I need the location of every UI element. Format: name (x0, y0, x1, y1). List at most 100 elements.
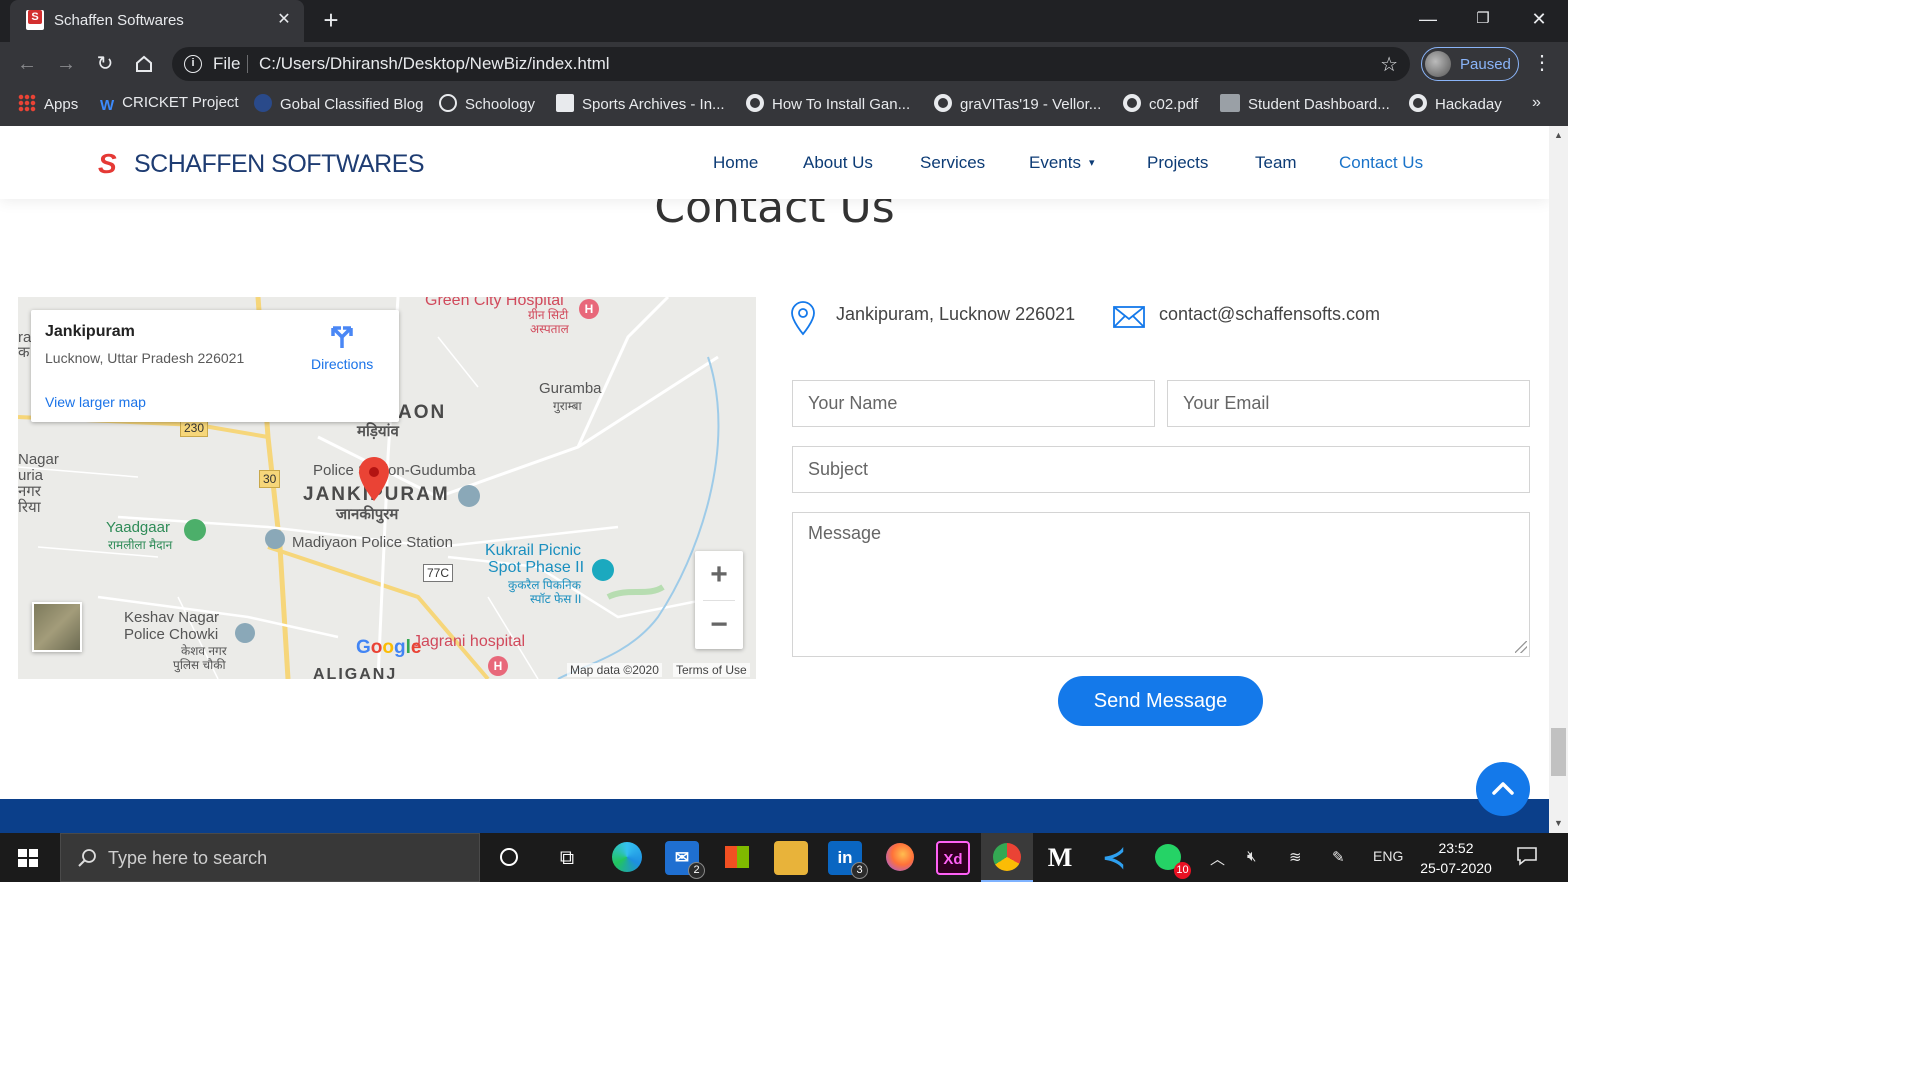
url-separator (247, 55, 248, 73)
search-placeholder: Type here to search (108, 848, 268, 868)
wix-icon: W (100, 97, 115, 114)
edge-icon[interactable] (610, 841, 644, 875)
back-to-top-button[interactable] (1476, 762, 1530, 816)
blog-icon (254, 94, 272, 112)
vscode-icon[interactable]: ≺ (1097, 841, 1131, 875)
language-indicator[interactable]: ENG (1373, 848, 1403, 864)
new-tab-button[interactable]: + (318, 7, 344, 34)
task-view-icon[interactable]: ⧉ (550, 841, 584, 875)
hospital-icon: H (579, 299, 599, 319)
logo-text[interactable]: SCHAFFEN SOFTWARES (134, 150, 425, 179)
bookmark-item[interactable]: W CRICKET Project (100, 94, 239, 116)
bookmark-item[interactable]: c02.pdf (1123, 94, 1198, 116)
bookmark-item[interactable]: Gobal Classified Blog (254, 94, 423, 116)
file-explorer-icon[interactable] (774, 841, 808, 875)
whatsapp-badge: 10 (1174, 862, 1191, 879)
bookmark-star-icon[interactable]: ☆ (1380, 52, 1398, 77)
nav-contact-us[interactable]: Contact Us (1339, 153, 1423, 173)
satellite-toggle[interactable] (32, 602, 82, 652)
directions-icon[interactable] (329, 324, 355, 350)
nav-about-us[interactable]: About Us (803, 153, 873, 173)
message-textarea[interactable] (792, 512, 1530, 657)
bookmarks-overflow-icon[interactable]: » (1532, 94, 1541, 112)
home-button[interactable] (130, 50, 158, 78)
map-label: स्पॉट फेस II (530, 592, 582, 606)
bookmark-item[interactable]: Sports Archives - In... (556, 94, 725, 116)
mail-icon[interactable]: ✉ 2 (665, 841, 705, 879)
firefox-icon[interactable] (883, 841, 917, 875)
windows-start-icon[interactable] (18, 849, 38, 867)
google-map[interactable]: Green City Hospital ग्रीन सिटी अस्पताल H… (18, 297, 756, 679)
linkedin-badge: 3 (851, 862, 868, 879)
directions-link[interactable]: Directions (311, 356, 373, 372)
linkedin-icon[interactable]: in 3 (828, 841, 868, 879)
scrollbar-thumb[interactable] (1551, 728, 1566, 776)
tray-overflow-icon[interactable]: ︿ (1210, 848, 1225, 869)
store-icon[interactable] (720, 841, 754, 875)
zoom-out-button[interactable]: − (695, 601, 743, 650)
taskbar-search[interactable]: Type here to search (60, 833, 480, 882)
site-icon (556, 94, 574, 112)
zoom-in-button[interactable]: + (695, 551, 743, 600)
nav-events[interactable]: Events ▾ (1029, 153, 1095, 173)
minimize-button[interactable]: — (1413, 6, 1443, 32)
scroll-down-icon[interactable]: ▼ (1553, 818, 1564, 828)
bookmark-item[interactable]: Hackaday (1409, 94, 1502, 116)
tab-title: Schaffen Softwares (54, 12, 184, 29)
back-button[interactable]: ← (13, 50, 41, 78)
contact-email[interactable]: contact@schaffensofts.com (1159, 304, 1380, 325)
map-label: Jagrani hospital (413, 633, 526, 650)
map-label: ALIGANJ (313, 666, 398, 680)
apps-grid-icon (18, 94, 36, 112)
bookmark-item[interactable]: Schoology (439, 94, 535, 116)
adobe-xd-icon[interactable]: Xd (936, 841, 970, 875)
logo-icon[interactable]: S (98, 148, 117, 180)
system-clock[interactable]: 23:52 25-07-2020 (1412, 838, 1500, 878)
whatsapp-icon[interactable]: 10 (1151, 841, 1191, 879)
name-input[interactable] (792, 380, 1155, 427)
menu-kebab-icon[interactable]: ⋮ (1532, 50, 1552, 75)
restore-button[interactable]: ❐ (1468, 6, 1498, 32)
view-larger-map-link[interactable]: View larger map (45, 394, 146, 410)
cortana-icon[interactable] (492, 841, 526, 875)
bookmark-item[interactable]: How To Install Gan... (746, 94, 910, 116)
page-scrollbar[interactable]: ▲ ▼ (1549, 126, 1568, 833)
nav-team[interactable]: Team (1255, 153, 1297, 173)
profile-button[interactable]: Paused (1421, 47, 1519, 81)
address-bar[interactable]: i File C:/Users/Dhiransh/Desktop/NewBiz/… (172, 47, 1410, 81)
send-message-button[interactable]: Send Message (1058, 676, 1263, 726)
chrome-icon[interactable] (990, 841, 1024, 875)
globe-icon (746, 94, 764, 112)
map-label: गुराम्बा (553, 399, 582, 413)
info-icon[interactable]: i (184, 55, 202, 73)
reload-button[interactable]: ↻ (91, 50, 119, 78)
subject-input[interactable] (792, 446, 1530, 493)
terms-of-use-link[interactable]: Terms of Use (673, 663, 750, 677)
resize-grip-icon[interactable] (1515, 641, 1527, 653)
bookmark-apps[interactable]: Apps (18, 94, 78, 116)
url-text[interactable]: C:/Users/Dhiransh/Desktop/NewBiz/index.h… (259, 54, 610, 74)
medium-icon[interactable]: M (1043, 841, 1077, 875)
browser-tab-bar: Schaffen Softwares ✕ + — ❐ ✕ (0, 0, 1568, 42)
bookmark-label: Gobal Classified Blog (280, 96, 424, 113)
forward-button[interactable]: → (52, 50, 80, 78)
nav-home[interactable]: Home (713, 153, 758, 173)
scroll-up-icon[interactable]: ▲ (1553, 130, 1564, 140)
nav-services[interactable]: Services (920, 153, 985, 173)
bookmark-item[interactable]: Student Dashboard... (1220, 94, 1390, 116)
window-close-button[interactable]: ✕ (1524, 6, 1554, 32)
map-label: Keshav Nagar (124, 609, 220, 626)
map-label: जानकीपुरम (336, 506, 399, 523)
notifications-icon[interactable] (1516, 846, 1538, 866)
bookmark-label: How To Install Gan... (772, 96, 911, 113)
location-pin-icon[interactable] (359, 457, 389, 501)
nav-projects[interactable]: Projects (1147, 153, 1208, 173)
volume-muted-icon[interactable]: 🔇︎ (1247, 848, 1256, 865)
place-address: Lucknow, Uttar Pradesh 226021 (45, 350, 245, 366)
pen-icon[interactable]: ✎ (1332, 848, 1345, 866)
email-input[interactable] (1167, 380, 1530, 427)
wifi-icon[interactable]: ≋ (1289, 848, 1302, 866)
browser-tab[interactable]: Schaffen Softwares ✕ (10, 0, 304, 42)
bookmark-item[interactable]: graVITas'19 - Vellor... (934, 94, 1101, 116)
tab-close-icon[interactable]: ✕ (274, 10, 294, 30)
